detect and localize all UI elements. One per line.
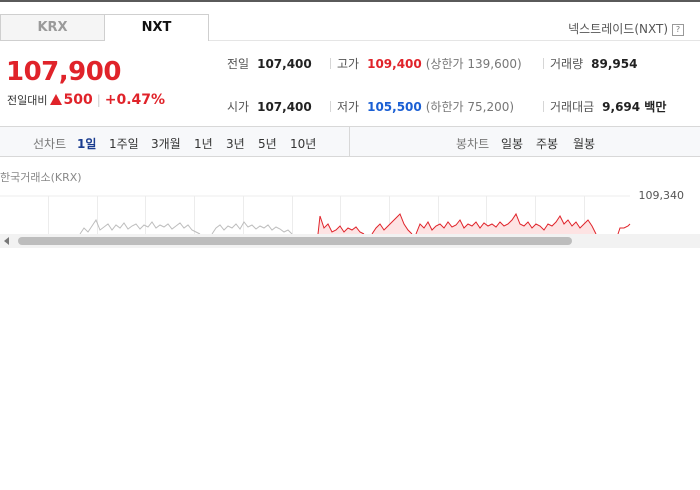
stat-label: 전일 — [227, 57, 250, 71]
stat-label: 거래량 — [550, 57, 584, 71]
stat-value: 89,954 — [591, 57, 638, 71]
period-1y[interactable]: 1년 — [194, 135, 213, 152]
period-5y[interactable]: 5년 — [258, 135, 277, 152]
candle-chart-label: 봉차트 — [456, 137, 490, 151]
lower-limit: (하한가 75,200) — [425, 100, 515, 114]
divider — [330, 58, 331, 69]
change-value: 500 — [63, 92, 93, 108]
stat-high: 고가 109,400 (상한가 139,600) — [330, 55, 522, 72]
stat-volume: 거래량 89,954 — [543, 55, 637, 72]
divider — [330, 101, 331, 112]
period-1d[interactable]: 1일 — [77, 135, 96, 152]
change-percent: +0.47% — [104, 92, 166, 108]
stat-label: 저가 — [337, 100, 360, 114]
stat-low: 저가 105,500 (하한가 75,200) — [330, 98, 514, 115]
divider — [543, 58, 544, 69]
stat-value: 109,400 — [367, 57, 422, 71]
tab-divider — [209, 40, 700, 41]
stat-value: 107,400 — [257, 100, 312, 114]
upper-limit: (상한가 139,600) — [425, 57, 522, 71]
period-1w[interactable]: 1주일 — [109, 135, 139, 152]
scroll-thumb[interactable] — [18, 237, 572, 245]
today-price-line-4 — [617, 223, 631, 235]
up-triangle-icon — [50, 94, 63, 105]
chart-nav: 선차트 1일 1주일 3개월 1년 3년 5년 10년 봉차트 일봉 주봉 월봉 — [0, 127, 700, 157]
change-separator: | — [96, 93, 101, 107]
stat-open: 시가 107,400 — [227, 98, 312, 115]
stat-prev-close: 전일 107,400 — [227, 55, 312, 72]
line-chart-label: 선차트 — [33, 137, 67, 151]
change-label: 전일대비 — [7, 94, 48, 107]
divider — [543, 101, 544, 112]
stat-amount: 거래대금 9,694 백만 — [543, 98, 666, 115]
stat-label: 거래대금 — [550, 100, 595, 114]
candle-weekly[interactable]: 주봉 — [536, 135, 558, 152]
candle-monthly[interactable]: 월봉 — [573, 135, 595, 152]
prev-day-line-2 — [211, 221, 293, 235]
scroll-left-icon[interactable] — [4, 237, 9, 245]
exchange-label: 넥스트레이드(NXT)? — [568, 20, 684, 37]
price-change: 전일대비 500 | +0.47% — [7, 92, 165, 108]
candle-daily[interactable]: 일봉 — [501, 135, 523, 152]
help-icon[interactable]: ? — [672, 24, 684, 36]
tab-nxt[interactable]: NXT — [104, 14, 209, 41]
stat-label: 시가 — [227, 100, 250, 114]
tab-krx[interactable]: KRX — [0, 14, 105, 41]
period-10y[interactable]: 10년 — [290, 135, 316, 152]
price-chart: 109,340 — [0, 189, 685, 235]
stat-value: 9,694 백만 — [602, 100, 667, 114]
stat-label: 고가 — [337, 57, 360, 71]
y-axis-label: 109,340 — [639, 189, 685, 202]
current-price: 107,900 — [6, 57, 121, 87]
top-border — [0, 0, 700, 2]
exchange-name: 넥스트레이드(NXT) — [568, 22, 668, 36]
stat-value: 105,500 — [367, 100, 422, 114]
period-3m[interactable]: 3개월 — [151, 135, 181, 152]
period-3y[interactable]: 3년 — [226, 135, 245, 152]
stat-value: 107,400 — [257, 57, 312, 71]
